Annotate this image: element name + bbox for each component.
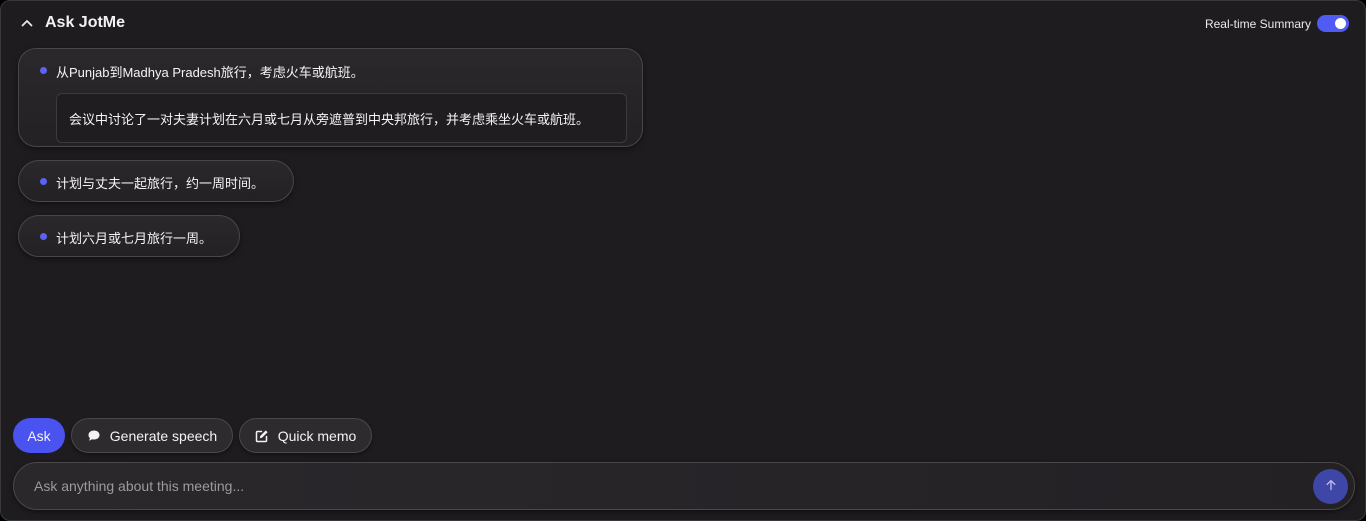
summary-card[interactable]: 计划六月或七月旅行一周。 <box>18 215 240 257</box>
ask-button-label: Ask <box>27 427 51 444</box>
edit-icon <box>255 429 269 443</box>
toggle-knob <box>1335 18 1346 29</box>
summary-text: 从Punjab到Madhya Pradesh旅行，考虑火车或航班。 <box>56 65 364 80</box>
summary-text: 计划六月或七月旅行一周。 <box>56 231 213 246</box>
ask-input[interactable] <box>34 463 1294 509</box>
quick-memo-label: Quick memo <box>277 427 357 444</box>
panel-title: Ask JotMe <box>45 14 126 31</box>
generate-speech-button[interactable]: Generate speech <box>71 418 233 453</box>
bullet-dot <box>40 233 47 240</box>
ask-input-bar <box>13 462 1355 510</box>
panel-header: Ask JotMe Real-time Summary <box>1 1 1365 47</box>
chat-bubble-icon <box>87 429 101 443</box>
summary-text: 计划与丈夫一起旅行，约一周时间。 <box>56 176 265 191</box>
ask-button[interactable]: Ask <box>13 418 65 453</box>
generate-speech-label: Generate speech <box>109 427 218 444</box>
ask-jotme-panel: Ask JotMe Real-time Summary 从Punjab到Madh… <box>0 0 1366 521</box>
summary-card[interactable]: 计划与丈夫一起旅行，约一周时间。 <box>18 160 294 202</box>
chevron-up-icon[interactable] <box>19 15 35 31</box>
bullet-dot <box>40 178 47 185</box>
summary-card[interactable]: 从Punjab到Madhya Pradesh旅行，考虑火车或航班。 会议中讨论了… <box>18 48 643 147</box>
send-button[interactable] <box>1313 469 1348 504</box>
summary-detail: 会议中讨论了一对夫妻计划在六月或七月从旁遮普到中央邦旅行，并考虑乘坐火车或航班。 <box>56 93 627 143</box>
bullet-dot <box>40 67 47 74</box>
realtime-summary-label: Real-time Summary <box>1204 17 1311 31</box>
realtime-summary-toggle[interactable] <box>1317 15 1349 32</box>
quick-memo-button[interactable]: Quick memo <box>239 418 372 453</box>
arrow-up-icon <box>1325 478 1337 496</box>
